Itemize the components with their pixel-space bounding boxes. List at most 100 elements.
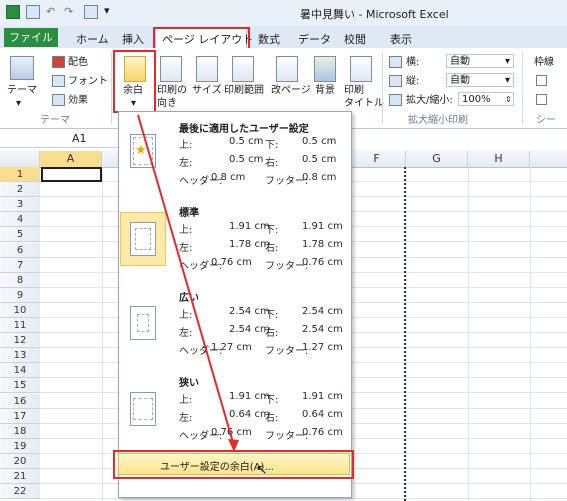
excel-app-icon[interactable] (6, 5, 20, 19)
width-select[interactable]: 自動 (446, 54, 514, 68)
size-button[interactable]: サイズ (192, 84, 222, 97)
row-header[interactable]: 22 (0, 484, 40, 499)
name-box[interactable] (0, 129, 120, 148)
qat-customize-icon[interactable]: ▾ (104, 4, 110, 17)
margin-footer: 0.8 cm (302, 172, 337, 183)
column-header-h[interactable]: H (468, 151, 530, 167)
margin-bottom-label: 下: (265, 310, 279, 321)
breaks-icon[interactable] (276, 56, 298, 82)
row-header[interactable]: 8 (0, 273, 40, 288)
column-header-g[interactable]: G (406, 151, 468, 167)
tab-review[interactable]: 校閲 (344, 32, 366, 48)
row-header[interactable]: 17 (0, 409, 40, 424)
row-header[interactable]: 18 (0, 424, 40, 439)
margin-right-label: 右: (265, 158, 279, 169)
margin-wide-icon[interactable] (130, 306, 156, 340)
save-icon[interactable] (26, 5, 40, 19)
row-header[interactable]: 12 (0, 333, 40, 348)
theme-dropdown-arrow-icon[interactable]: ▾ (16, 97, 21, 110)
redo-icon[interactable]: ↷ (64, 5, 73, 18)
row-header[interactable]: 11 (0, 318, 40, 333)
row-header[interactable]: 9 (0, 288, 40, 303)
row-header[interactable]: 7 (0, 258, 40, 273)
row-header[interactable]: 21 (0, 469, 40, 484)
margin-narrow-icon[interactable] (130, 392, 156, 426)
print-titles-icon[interactable] (350, 56, 372, 82)
margin-left: 0.5 cm (229, 154, 264, 165)
spinner-icon[interactable]: ⇕ (505, 93, 512, 106)
background-icon[interactable] (314, 56, 336, 82)
print-titles-button[interactable]: 印刷 タイトル (344, 84, 384, 110)
row-header[interactable]: 10 (0, 303, 40, 318)
margin-bottom: 2.54 cm (302, 306, 343, 317)
row-header[interactable]: 5 (0, 227, 40, 242)
tab-formulas[interactable]: 数式 (258, 32, 280, 48)
margin-normal-icon[interactable] (130, 222, 156, 256)
margin-left-label: 左: (179, 413, 193, 424)
theme-button[interactable]: テーマ (7, 84, 37, 97)
width-label: 横: (406, 57, 420, 68)
height-select[interactable]: 自動 (446, 73, 514, 87)
row-header[interactable]: 16 (0, 394, 40, 409)
effects-button[interactable]: 効果 (68, 94, 88, 107)
print-area-button[interactable]: 印刷範囲 (224, 84, 264, 97)
scale-icon (389, 94, 402, 106)
margin-option-title[interactable]: 広い (179, 289, 199, 304)
orientation-icon[interactable] (160, 56, 182, 82)
column-header-f[interactable]: F (348, 151, 406, 167)
fonts-button[interactable]: フォント (68, 75, 108, 88)
column-header-a[interactable]: A (40, 151, 102, 167)
margin-left-label: 左: (179, 328, 193, 339)
row-header[interactable]: 13 (0, 348, 40, 363)
name-box-value: A1 (72, 132, 87, 145)
tab-data[interactable]: データ (298, 32, 331, 48)
row-header[interactable]: 4 (0, 212, 40, 227)
row-header[interactable]: 6 (0, 243, 40, 258)
row-header[interactable]: 1 (0, 167, 40, 182)
print-area-icon[interactable] (232, 56, 254, 82)
theme-icon[interactable] (10, 56, 34, 80)
row-header[interactable]: 20 (0, 454, 40, 469)
group-separator (111, 52, 112, 124)
chevron-down-icon[interactable]: ▾ (505, 74, 510, 87)
tab-insert[interactable]: 挿入 (122, 32, 144, 48)
margin-custom-last-icon[interactable]: ★ (130, 134, 156, 168)
colors-icon (52, 56, 65, 68)
gridline (468, 167, 469, 501)
tab-highlight-outline (153, 27, 250, 50)
colors-button[interactable]: 配色 (68, 56, 88, 69)
size-icon[interactable] (196, 56, 218, 82)
margin-option-title[interactable]: 狭い (179, 374, 199, 389)
breaks-button[interactable]: 改ページ (271, 84, 311, 97)
row-header[interactable]: 15 (0, 378, 40, 393)
margin-option-title[interactable]: 標準 (179, 204, 199, 219)
tab-home[interactable]: ホーム (76, 32, 109, 48)
margin-top-label: 上: (179, 395, 193, 406)
gridlines-view-checkbox[interactable] (536, 75, 547, 86)
margin-bottom: 0.5 cm (302, 136, 337, 147)
orientation-button[interactable]: 印刷の 向き (157, 84, 187, 110)
margin-header: 0.76 cm (211, 427, 252, 438)
background-button[interactable]: 背景 (315, 84, 335, 97)
select-all-corner[interactable] (0, 151, 40, 167)
margin-right: 2.54 cm (302, 324, 343, 335)
row-header[interactable]: 3 (0, 197, 40, 212)
row-header[interactable]: 19 (0, 439, 40, 454)
margin-top: 1.91 cm (229, 391, 270, 402)
height-icon (389, 75, 402, 87)
print-preview-icon[interactable] (84, 5, 98, 19)
tab-file[interactable]: ファイル (4, 28, 58, 47)
margin-left: 0.64 cm (229, 409, 270, 420)
margins-dropdown (118, 111, 352, 498)
margin-bottom: 1.91 cm (302, 391, 343, 402)
row-header[interactable]: 2 (0, 182, 40, 197)
row-header[interactable]: 14 (0, 363, 40, 378)
undo-icon[interactable]: ↶ (46, 5, 55, 18)
margin-option-title[interactable]: 最後に適用したユーザー設定 (179, 120, 309, 135)
active-cell-a1[interactable] (41, 167, 102, 182)
gridlines-print-checkbox[interactable] (536, 94, 547, 105)
chevron-down-icon[interactable]: ▾ (505, 55, 510, 68)
margin-right: 0.64 cm (302, 409, 343, 420)
tab-view[interactable]: 表示 (390, 32, 412, 48)
margin-header: 0.76 cm (211, 257, 252, 268)
